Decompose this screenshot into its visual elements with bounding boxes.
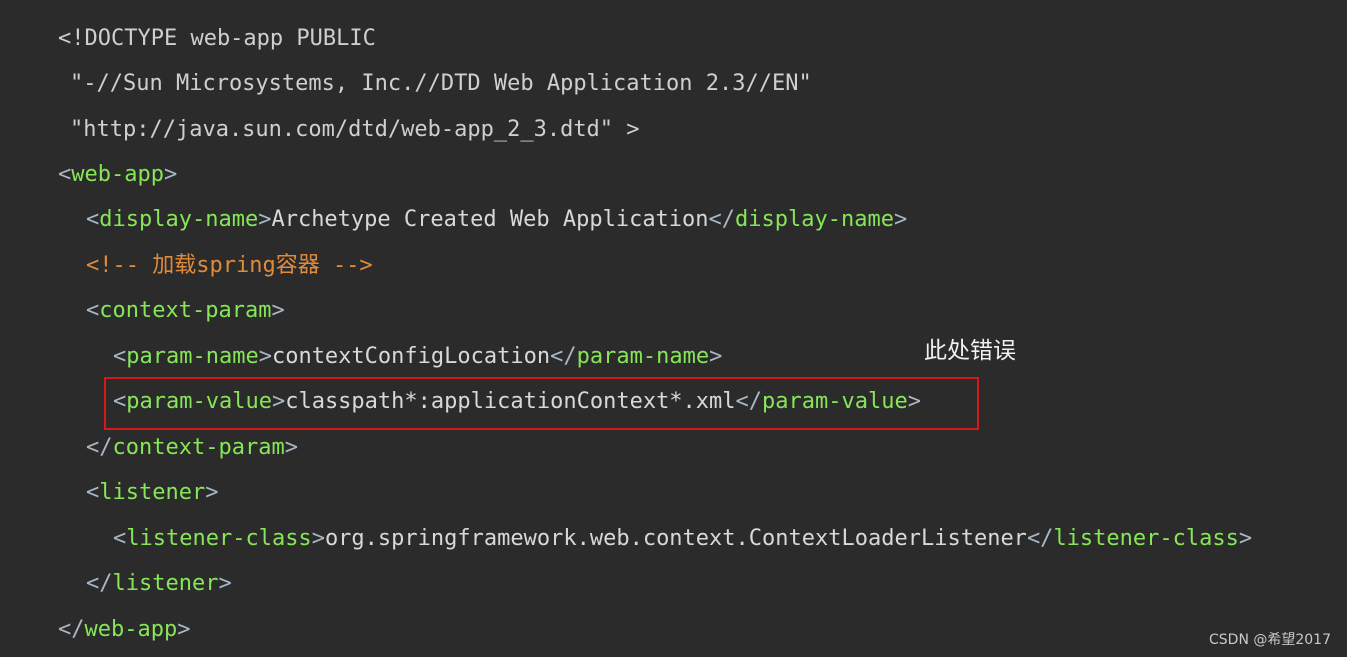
doctype-system-id-line: "http://java.sun.com/dtd/web-app_2_3.dtd… [70,115,640,145]
display-name-close-tag: display-name [735,207,894,232]
context-param-close-line: </context-param> [86,435,298,460]
web-app-open-tag: web-app [71,162,164,187]
param-name-value: contextConfigLocation [271,344,551,369]
doctype-public-id-line: "-//Sun Microsystems, Inc.//DTD Web Appl… [70,69,812,99]
error-note: 此处错误 [924,338,1016,364]
listener-class-close-tag: listener-class [1053,526,1239,551]
display-name-open-tag: display-name [99,207,259,232]
web-app-close-line: </web-app> [58,617,191,642]
param-name-open-tag: param-name [126,344,259,369]
doctype-system-id: "http://java.sun.com/dtd/web-app_2_3.dtd… [70,117,640,142]
listener-open-line: <listener> [86,480,219,505]
comment-line: <!-- 加载spring容器 --> [86,251,373,281]
listener-open-tag: listener [99,480,206,505]
web-app-close-tag: web-app [84,617,178,642]
display-name-line: <display-name>Archetype Created Web Appl… [86,207,908,232]
doctype-declaration: <!DOCTYPE web-app PUBLIC [58,26,376,51]
doctype-line: <!DOCTYPE web-app PUBLIC [58,24,376,54]
param-name-line: <param-name>contextConfigLocation</param… [113,344,723,369]
context-param-open-tag: context-param [99,298,272,323]
spring-container-comment: <!-- 加载spring容器 --> [86,253,373,278]
error-highlight-box [104,377,979,430]
web-app-open-line: <web-app> [58,162,178,187]
listener-class-line: <listener-class>org.springframework.web.… [113,526,1253,551]
listener-class-open-tag: listener-class [126,526,312,551]
param-name-close-tag: param-name [576,344,710,369]
watermark: CSDN @希望2017 [1209,632,1331,648]
listener-close-tag: listener [112,571,219,596]
doctype-public-id: "-//Sun Microsystems, Inc.//DTD Web Appl… [70,71,812,96]
display-name-value: Archetype Created Web Application [271,207,709,232]
context-param-open-line: <context-param> [86,298,285,323]
context-param-close-tag: context-param [112,435,285,460]
listener-class-value: org.springframework.web.context.ContextL… [324,526,1027,551]
listener-close-line: </listener> [86,571,232,596]
